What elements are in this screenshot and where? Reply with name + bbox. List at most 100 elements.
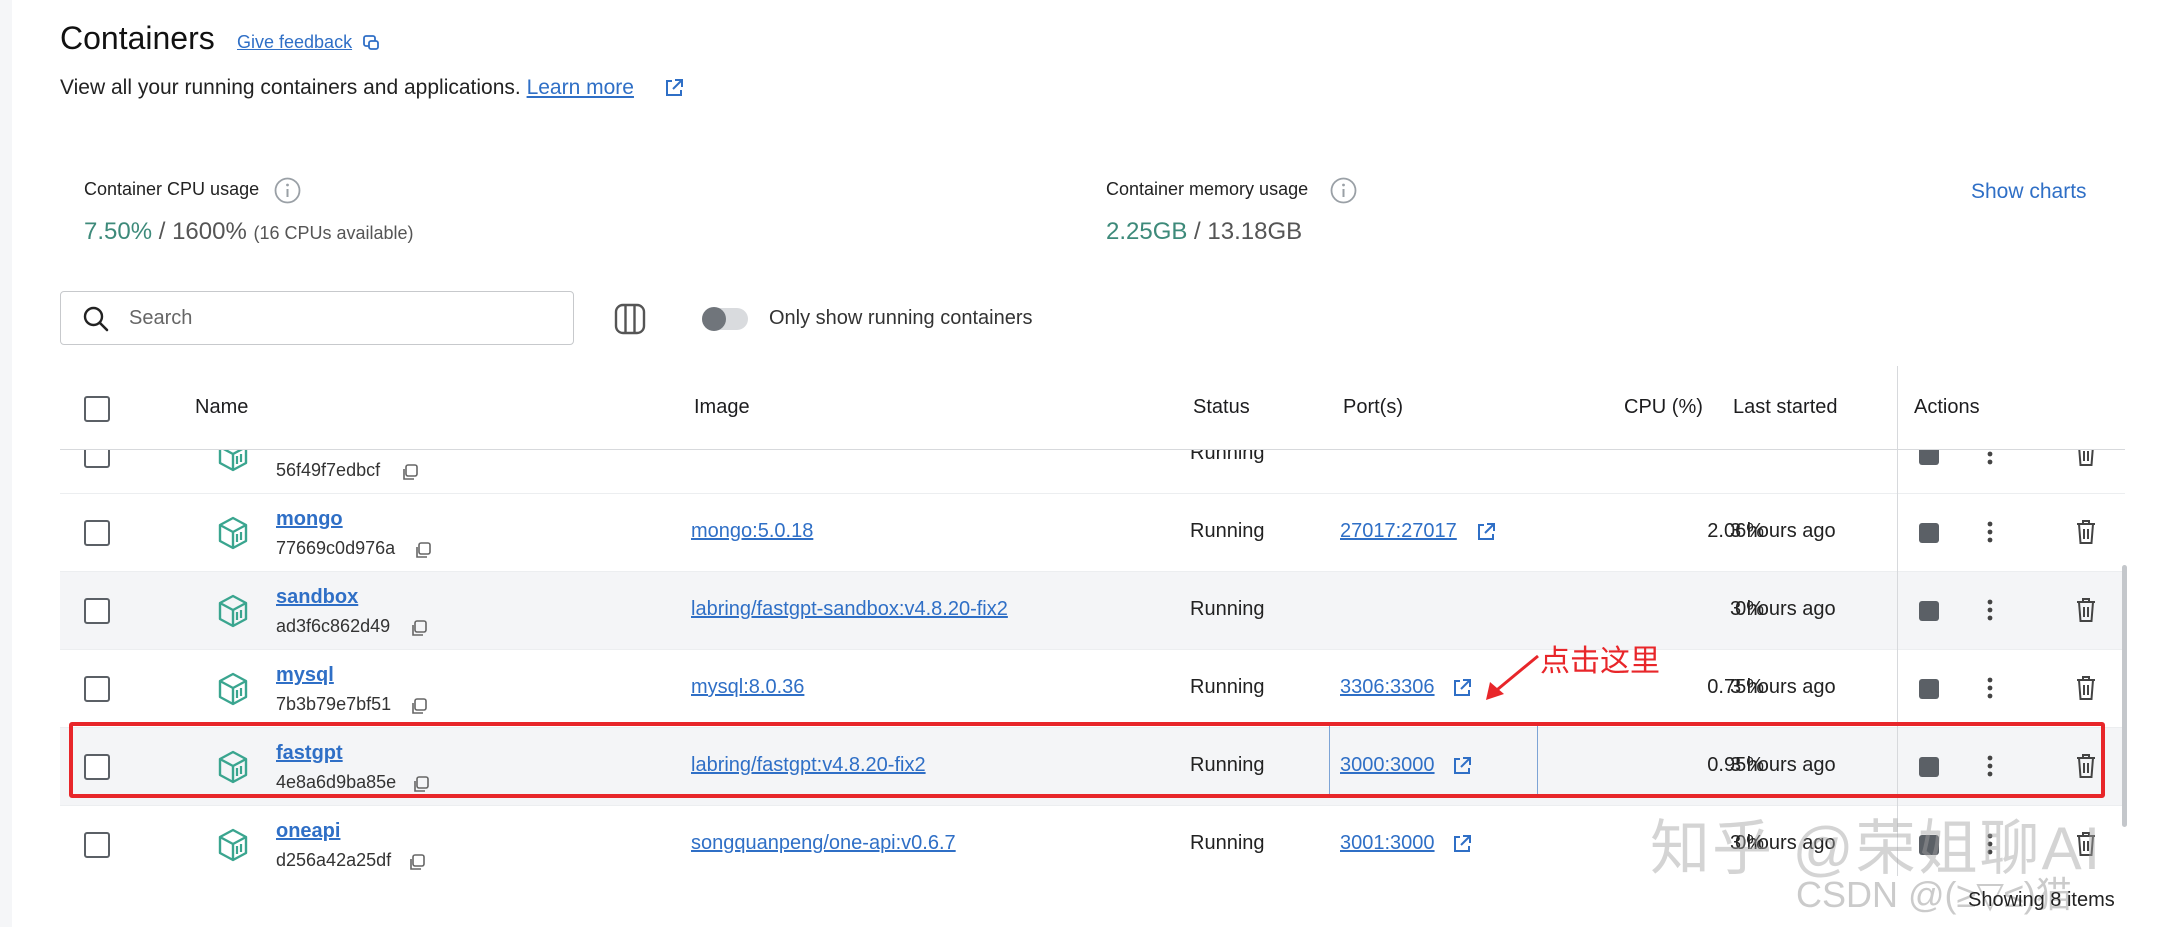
give-feedback-link[interactable]: Give feedback <box>237 32 352 53</box>
search-placeholder: Search <box>129 307 193 329</box>
table-scrollbar[interactable] <box>2122 565 2127 827</box>
trash-icon[interactable] <box>2075 519 2097 545</box>
column-header-ports[interactable]: Port(s) <box>1343 396 1403 419</box>
cpu-note: (16 CPUs available) <box>253 223 414 243</box>
container-id: ad3f6c862d49 <box>276 616 391 636</box>
image-link[interactable]: songquanpeng/one-api:v0.6.7 <box>691 832 956 855</box>
info-icon[interactable] <box>274 177 301 204</box>
port-link[interactable]: 27017:27017 <box>1340 520 1457 543</box>
trash-icon[interactable] <box>2075 675 2097 701</box>
container-icon <box>218 516 248 550</box>
external-link-icon[interactable] <box>1476 522 1496 542</box>
table-row[interactable]: mongo 77669c0d976a mongo:5.0.18 Running … <box>60 494 2125 572</box>
container-icon <box>218 828 248 862</box>
container-id: d256a42a25df <box>276 850 392 870</box>
column-header-cpu[interactable]: CPU (%) <box>1624 396 1703 419</box>
last-started: 3 hours ago <box>1730 520 1836 542</box>
row-checkbox[interactable] <box>84 520 110 546</box>
image-link[interactable]: labring/fastgpt-sandbox:v4.8.20-fix2 <box>691 598 1008 621</box>
image-link[interactable]: mysql:8.0.36 <box>691 676 804 699</box>
container-status: Running <box>1190 450 1265 464</box>
port-link[interactable]: 3001:3000 <box>1340 832 1435 855</box>
column-header-actions: Actions <box>1914 396 1980 418</box>
container-name-link[interactable]: oneapi <box>276 820 340 843</box>
container-id: 77669c0d976a <box>276 538 396 558</box>
copy-icon[interactable] <box>410 620 428 638</box>
container-status: Running <box>1190 598 1265 620</box>
container-name-link[interactable]: mysql <box>276 664 334 687</box>
container-icon <box>218 672 248 706</box>
container-name-link[interactable]: mongo <box>276 508 343 531</box>
trash-icon[interactable] <box>2075 450 2097 467</box>
toggle-knob <box>702 307 726 331</box>
more-actions-icon[interactable] <box>1986 450 1994 466</box>
stop-icon[interactable] <box>1919 523 1939 543</box>
item-count: Showing 8 items <box>1968 889 2115 911</box>
trash-icon[interactable] <box>2075 597 2097 623</box>
port-link[interactable]: 3306:3306 <box>1340 676 1435 699</box>
highlight-box <box>69 722 2105 798</box>
select-all-checkbox[interactable] <box>84 396 110 422</box>
last-started: 3 hours ago <box>1730 598 1836 620</box>
table-row[interactable]: 56f49f7edbcf Running <box>60 450 2125 494</box>
page-title: Containers <box>60 20 215 56</box>
more-actions-icon[interactable] <box>1986 520 1994 544</box>
column-header-last-started[interactable]: Last started <box>1733 396 1838 419</box>
external-link-icon[interactable] <box>1452 678 1472 698</box>
row-checkbox[interactable] <box>84 676 110 702</box>
last-started: 3 hours ago <box>1730 676 1836 698</box>
cpu-separator: / <box>152 218 173 245</box>
stop-icon[interactable] <box>1919 679 1939 699</box>
container-status: Running <box>1190 676 1265 698</box>
memory-usage-label: Container memory usage <box>1106 179 1309 199</box>
copy-icon[interactable] <box>401 464 419 482</box>
learn-more-link[interactable]: Learn more <box>527 76 634 99</box>
memory-usage-value: 2.25GB / 13.18GB <box>1106 218 1302 246</box>
container-status: Running <box>1190 832 1265 854</box>
table-row[interactable]: mysql 7b3b79e7bf51 mysql:8.0.36 Running … <box>60 650 2125 728</box>
container-status: Running <box>1190 520 1265 542</box>
subtitle-text: View all your running containers and app… <box>60 76 521 99</box>
info-icon[interactable] <box>1330 177 1357 204</box>
container-id: 56f49f7edbcf <box>276 460 381 480</box>
running-only-label: Only show running containers <box>769 307 1033 329</box>
image-link[interactable]: mongo:5.0.18 <box>691 520 813 543</box>
table-row[interactable]: sandbox ad3f6c862d49 labring/fastgpt-san… <box>60 572 2125 650</box>
stop-icon[interactable] <box>1919 601 1939 621</box>
row-checkbox[interactable] <box>84 450 110 468</box>
stop-icon[interactable] <box>1919 450 1939 465</box>
container-id: 7b3b79e7bf51 <box>276 694 392 714</box>
container-icon <box>218 450 248 472</box>
copy-icon[interactable] <box>410 698 428 716</box>
container-name-link[interactable]: sandbox <box>276 586 358 609</box>
row-checkbox[interactable] <box>84 598 110 624</box>
running-only-toggle[interactable] <box>702 307 748 331</box>
columns-icon[interactable] <box>614 303 646 335</box>
show-charts-button[interactable]: Show charts <box>1971 180 2087 204</box>
cpu-usage-value: 7.50% / 1600% (16 CPUs available) <box>84 218 414 246</box>
column-header-status[interactable]: Status <box>1193 396 1250 419</box>
search-input[interactable]: Search <box>60 291 574 345</box>
search-icon <box>83 306 109 332</box>
column-header-name[interactable]: Name <box>195 396 248 419</box>
more-actions-icon[interactable] <box>1986 598 1994 622</box>
cpu-used: 7.50% <box>84 218 153 245</box>
annotation-arrow-icon <box>1486 654 1539 700</box>
left-sidebar-edge <box>0 0 12 927</box>
cpu-usage-label: Container CPU usage <box>84 179 260 199</box>
memory-total: 13.18GB <box>1207 218 1303 245</box>
feedback-icon[interactable] <box>362 34 380 52</box>
row-checkbox[interactable] <box>84 832 110 858</box>
external-link-icon[interactable] <box>1452 834 1472 854</box>
memory-separator: / <box>1187 218 1208 245</box>
more-actions-icon[interactable] <box>1986 676 1994 700</box>
page-subtitle: View all your running containers and app… <box>60 76 634 100</box>
column-header-image[interactable]: Image <box>694 396 750 419</box>
memory-used: 2.25GB <box>1106 218 1188 245</box>
container-icon <box>218 594 248 628</box>
copy-icon[interactable] <box>414 542 432 560</box>
cpu-total: 1600% <box>172 218 247 245</box>
annotation-text: 点击这里 <box>1540 645 1660 678</box>
copy-icon[interactable] <box>408 854 426 872</box>
external-link-icon[interactable] <box>664 78 684 98</box>
